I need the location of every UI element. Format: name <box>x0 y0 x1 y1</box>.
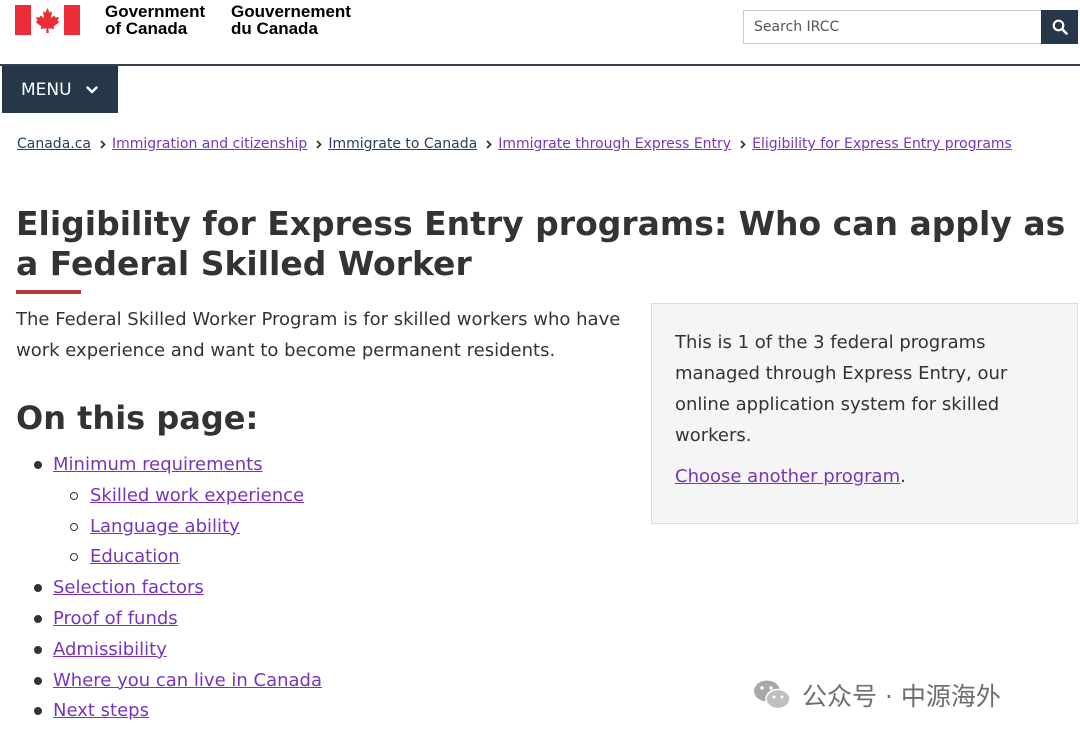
chevron-right-icon <box>316 139 323 149</box>
canada-flag-icon[interactable] <box>15 5 80 35</box>
toc-link-skilled-work-experience[interactable]: Skilled work experience <box>90 485 304 506</box>
breadcrumb: Canada.ca Immigration and citizenship Im… <box>17 136 1012 152</box>
site-header: Government of Canada Gouvernement du Can… <box>0 0 1080 66</box>
signature-fr-line1: Gouvernement <box>231 2 351 21</box>
search-input[interactable] <box>743 10 1041 44</box>
menu-button[interactable]: MENU <box>2 66 118 113</box>
toc-item: Selection factors <box>0 573 322 604</box>
chevron-right-icon <box>740 139 746 149</box>
bullet-circle-icon <box>70 553 78 562</box>
signature-french[interactable]: Gouvernement du Canada <box>231 3 351 37</box>
toc-link-admissibility[interactable]: Admissibility <box>53 639 167 660</box>
watermark-text: 公众号 · 中源海外 <box>802 682 1001 711</box>
signature-en-line2: of Canada <box>105 19 188 38</box>
toc-link-proof-of-funds[interactable]: Proof of funds <box>53 608 178 629</box>
signature-english[interactable]: Government of Canada <box>105 3 205 37</box>
toc-link-next-steps[interactable]: Next steps <box>53 700 149 721</box>
signature-fr-line2: du Canada <box>231 19 318 38</box>
watermark: 公众号 · 中源海外 <box>752 677 1001 713</box>
panel-link-suffix: . <box>900 466 906 487</box>
panel-link-line: Choose another program. <box>675 461 1054 492</box>
panel-text: This is 1 of the 3 federal programs mana… <box>675 332 1008 446</box>
bullet-disc-icon <box>34 584 42 593</box>
breadcrumb-link-eligibility[interactable]: Eligibility for Express Entry programs <box>752 136 1012 152</box>
intro-paragraph: The Federal Skilled Worker Program is fo… <box>16 309 621 361</box>
toc-item: Language ability <box>0 512 322 543</box>
bullet-circle-icon <box>70 491 78 500</box>
breadcrumb-link-immigration-citizenship[interactable]: Immigration and citizenship <box>112 136 307 152</box>
wechat-icon <box>752 678 792 712</box>
toc-link-selection-factors[interactable]: Selection factors <box>53 577 204 598</box>
toc-item: Next steps <box>0 696 322 727</box>
toc-heading: On this page: <box>16 399 259 437</box>
title-underline <box>16 290 81 294</box>
toc-item: Skilled work experience <box>0 481 322 512</box>
bullet-circle-icon <box>70 522 78 531</box>
toc-item: Where you can live in Canada <box>0 666 322 697</box>
chevron-down-icon <box>85 85 98 94</box>
bullet-disc-icon <box>34 707 42 716</box>
page-title: Eligibility for Express Entry programs: … <box>16 204 1066 283</box>
toc-link-education[interactable]: Education <box>90 546 180 567</box>
toc-list: Minimum requirements Skilled work experi… <box>0 450 322 727</box>
bullet-disc-icon <box>34 614 42 623</box>
breadcrumb-link-canada-ca[interactable]: Canada.ca <box>17 136 91 152</box>
bullet-disc-icon <box>34 461 42 469</box>
toc-link-language-ability[interactable]: Language ability <box>90 516 240 537</box>
signature-en-line1: Government <box>105 2 206 21</box>
toc-link-where-you-can-live[interactable]: Where you can live in Canada <box>53 670 322 691</box>
chevron-right-icon <box>100 139 106 149</box>
search-button[interactable] <box>1041 10 1078 44</box>
toc-link-minimum-requirements[interactable]: Minimum requirements <box>53 454 263 475</box>
breadcrumb-link-express-entry[interactable]: Immigrate through Express Entry <box>498 136 731 152</box>
bullet-disc-icon <box>34 676 42 685</box>
choose-another-program-link[interactable]: Choose another program <box>675 466 900 487</box>
breadcrumb-link-immigrate-to-canada[interactable]: Immigrate to Canada <box>328 136 477 152</box>
toc-item: Proof of funds <box>0 604 322 635</box>
bullet-disc-icon <box>34 645 42 654</box>
chevron-right-icon <box>486 139 492 149</box>
toc-item: Minimum requirements <box>0 450 322 481</box>
search-icon <box>1052 19 1068 35</box>
info-panel: This is 1 of the 3 federal programs mana… <box>651 303 1078 524</box>
toc-item: Education <box>0 542 322 573</box>
menu-label: MENU <box>21 79 72 100</box>
toc-item: Admissibility <box>0 635 322 666</box>
